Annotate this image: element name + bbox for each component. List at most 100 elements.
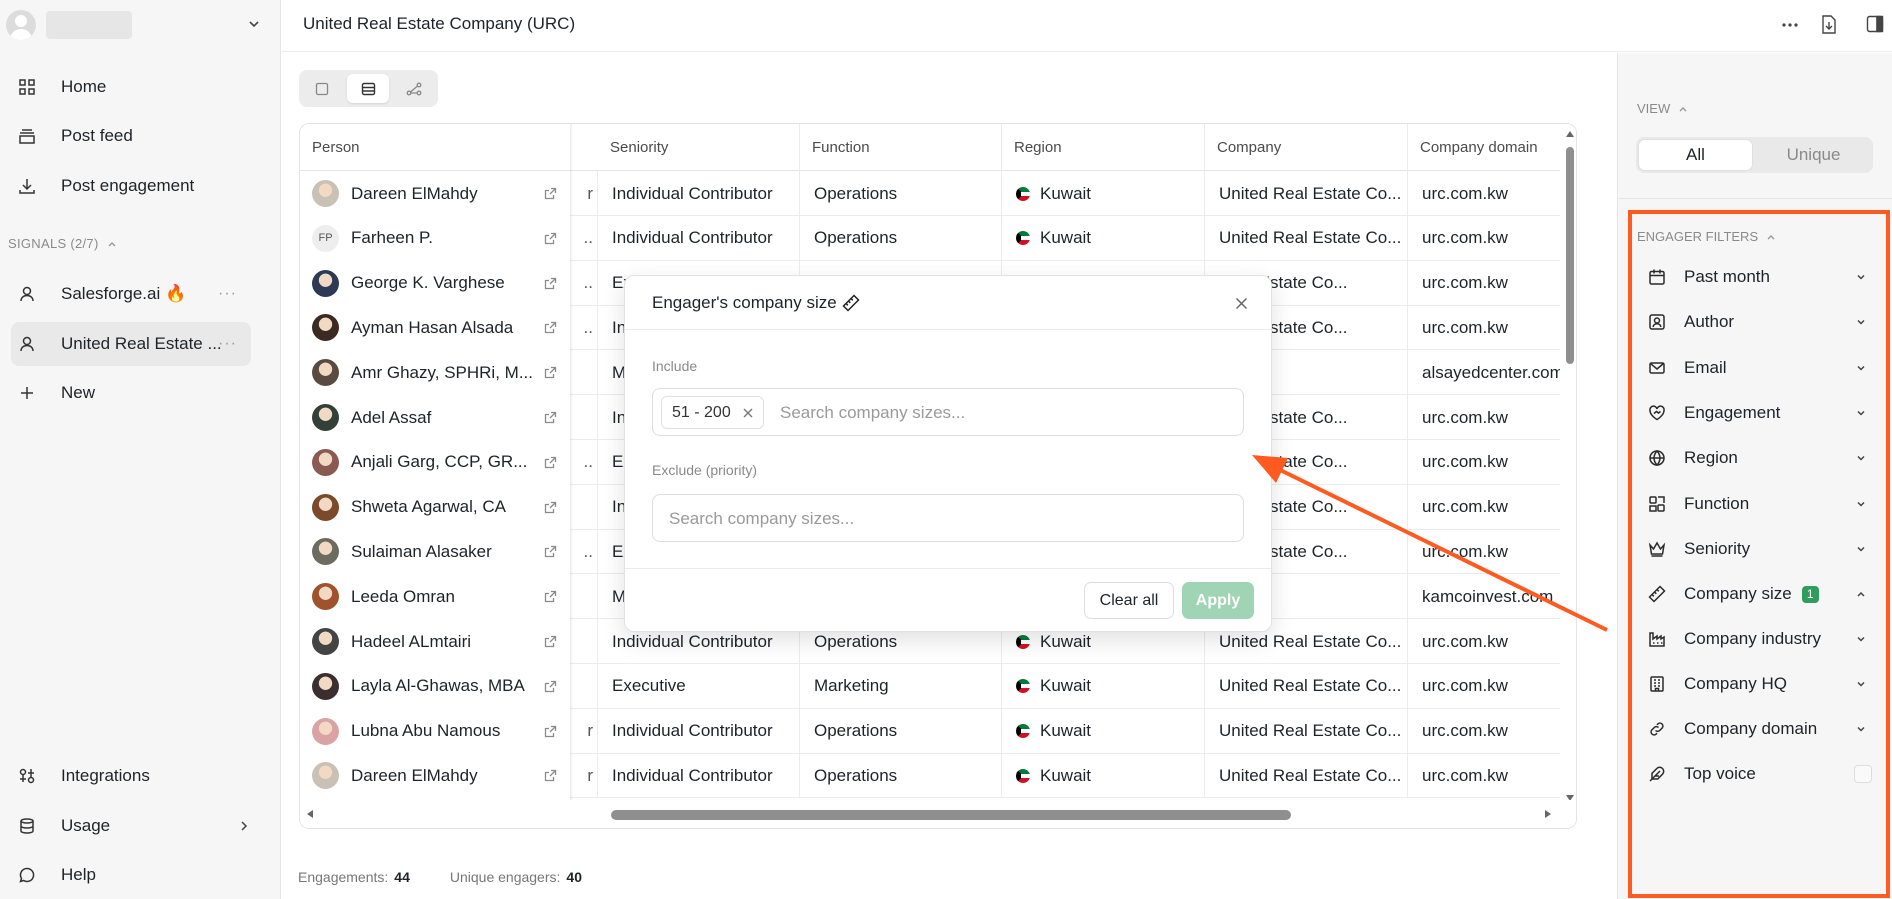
sidebar-item-post-feed[interactable]: Post feed (11, 114, 251, 158)
person-cell[interactable]: Anjali Garg, CCP, GR... (300, 439, 570, 485)
external-link-icon[interactable] (544, 277, 557, 290)
filter-top-voice[interactable]: Top voice (1646, 754, 1872, 794)
export-file-icon[interactable] (1821, 15, 1837, 34)
person-cell[interactable]: Dareen ElMahdy (300, 171, 570, 216)
horizontal-scroll-thumb[interactable] (611, 810, 1291, 820)
filter-region[interactable]: Region (1646, 438, 1866, 478)
sidebar-item-usage[interactable]: Usage (11, 804, 251, 848)
external-link-icon[interactable] (544, 411, 557, 424)
engager-filters-header[interactable]: ENGAGER FILTERS (1637, 229, 1776, 244)
external-link-icon[interactable] (544, 680, 557, 693)
person-name[interactable]: Shweta Agarwal, CA (351, 497, 536, 517)
table-row[interactable]: Dareen ElMahdy r Individual Contributor Ope… (300, 171, 1560, 216)
external-link-icon[interactable] (544, 187, 557, 200)
person-cell[interactable]: Layla Al-Ghawas, MBA (300, 663, 570, 709)
column-header-company[interactable]: Company (1205, 124, 1408, 171)
external-link-icon[interactable] (544, 769, 557, 782)
card-view-button[interactable] (305, 75, 338, 102)
filter-author[interactable]: Author (1646, 302, 1866, 342)
table-row[interactable]: Dareen ElMahdy r Individual Contributor Ope… (300, 753, 1560, 799)
external-link-icon[interactable] (544, 456, 557, 469)
panel-toggle-icon[interactable] (1866, 15, 1884, 33)
include-chip[interactable]: 51 - 200 (661, 396, 764, 429)
column-header-seniority[interactable]: Seniority (598, 124, 800, 171)
person-name[interactable]: Leeda Omran (351, 587, 536, 607)
view-unique-button[interactable]: Unique (1756, 139, 1871, 171)
external-link-icon[interactable] (544, 366, 557, 379)
scroll-right-arrow[interactable] (1544, 809, 1552, 819)
person-name[interactable]: Amr Ghazy, SPHRi, M... (351, 363, 536, 383)
exclude-field[interactable]: Search company sizes... (652, 494, 1244, 542)
person-cell[interactable]: Sulaiman Alasaker (300, 529, 570, 575)
external-link-icon[interactable] (544, 232, 557, 245)
signals-header[interactable]: SIGNALS (2/7) (8, 236, 117, 251)
vertical-scroll-thumb[interactable] (1566, 147, 1574, 364)
sidebar-item-integrations[interactable]: Integrations (11, 754, 251, 798)
person-name[interactable]: Anjali Garg, CCP, GR... (351, 452, 536, 472)
column-header-region[interactable]: Region (1002, 124, 1205, 171)
person-name[interactable]: Ayman Hasan Alsada (351, 318, 536, 338)
close-icon[interactable] (1235, 297, 1248, 310)
apply-button[interactable]: Apply (1182, 582, 1254, 619)
vertical-scrollbar[interactable] (1562, 124, 1576, 801)
view-all-button[interactable]: All (1638, 139, 1753, 171)
table-row[interactable]: Layla Al-Ghawas, MBA Executive Marketing Ku… (300, 663, 1560, 709)
table-row[interactable]: Lubna Abu Namous r Individual Contributor O… (300, 708, 1560, 754)
person-cell[interactable]: Lubna Abu Namous (300, 708, 570, 754)
sidebar-item-united-real-estate[interactable]: United Real Estate ... ··· (11, 322, 251, 366)
person-cell[interactable]: Leeda Omran (300, 574, 570, 620)
column-header-company-domain[interactable]: Company domain (1408, 124, 1560, 171)
person-cell[interactable]: Amr Ghazy, SPHRi, M... (300, 350, 570, 396)
person-cell[interactable]: George K. Varghese (300, 260, 570, 306)
external-link-icon[interactable] (544, 545, 557, 558)
person-cell[interactable]: Hadeel ALmtairi (300, 619, 570, 664)
top-voice-checkbox[interactable] (1854, 765, 1872, 783)
person-cell[interactable]: Ayman Hasan Alsada (300, 305, 570, 351)
person-name[interactable]: Lubna Abu Namous (351, 721, 536, 741)
external-link-icon[interactable] (544, 321, 557, 334)
new-signal-button[interactable]: New (11, 371, 251, 415)
filter-email[interactable]: Email (1646, 348, 1866, 388)
column-header-function[interactable]: Function (800, 124, 1002, 171)
external-link-icon[interactable] (544, 725, 557, 738)
exclude-search-input[interactable]: Search company sizes... (669, 509, 854, 529)
horizontal-scrollbar[interactable] (300, 800, 1576, 828)
workspace-switcher[interactable] (6, 8, 264, 42)
person-name[interactable]: Dareen ElMahdy (351, 766, 536, 786)
filter-function[interactable]: Function (1646, 484, 1866, 524)
person-name[interactable]: Hadeel ALmtairi (351, 632, 536, 652)
person-name[interactable]: George K. Varghese (351, 273, 536, 293)
sidebar-item-help[interactable]: Help (11, 853, 251, 897)
filter-company-hq[interactable]: Company HQ (1646, 664, 1866, 704)
graph-view-button[interactable] (397, 75, 430, 102)
remove-chip-icon[interactable] (743, 408, 753, 418)
more-options-icon[interactable]: ··· (218, 285, 237, 303)
scroll-up-arrow[interactable] (1565, 130, 1575, 138)
person-name[interactable]: Dareen ElMahdy (351, 184, 536, 204)
more-options-icon[interactable] (1782, 22, 1798, 28)
more-options-icon[interactable]: ··· (218, 335, 237, 353)
column-header-person[interactable]: Person (300, 124, 570, 171)
person-cell[interactable]: Adel Assaf (300, 395, 570, 440)
sidebar-item-salesforge[interactable]: Salesforge.ai 🔥 ··· (11, 272, 251, 316)
person-name[interactable]: Farheen P. (351, 228, 536, 248)
person-name[interactable]: Layla Al-Ghawas, MBA (351, 676, 536, 696)
filter-company-industry[interactable]: Company industry (1646, 619, 1866, 659)
external-link-icon[interactable] (544, 501, 557, 514)
person-cell[interactable]: FP Farheen P. (300, 215, 570, 261)
sidebar-item-home[interactable]: Home (11, 65, 251, 109)
person-cell[interactable]: Shweta Agarwal, CA (300, 484, 570, 530)
filter-engagement[interactable]: Engagement (1646, 393, 1866, 433)
filter-seniority[interactable]: Seniority (1646, 529, 1866, 569)
external-link-icon[interactable] (544, 590, 557, 603)
sidebar-item-post-engagement[interactable]: Post engagement (11, 164, 251, 208)
external-link-icon[interactable] (544, 635, 557, 648)
include-field[interactable]: 51 - 200 Search company sizes... (652, 388, 1244, 436)
include-search-input[interactable]: Search company sizes... (780, 403, 965, 423)
filter-past-month[interactable]: Past month (1646, 257, 1866, 297)
person-cell[interactable]: Dareen ElMahdy (300, 753, 570, 799)
table-view-button[interactable] (347, 74, 389, 103)
view-section-header[interactable]: VIEW (1637, 101, 1688, 116)
person-name[interactable]: Adel Assaf (351, 408, 536, 428)
person-name[interactable]: Sulaiman Alasaker (351, 542, 536, 562)
